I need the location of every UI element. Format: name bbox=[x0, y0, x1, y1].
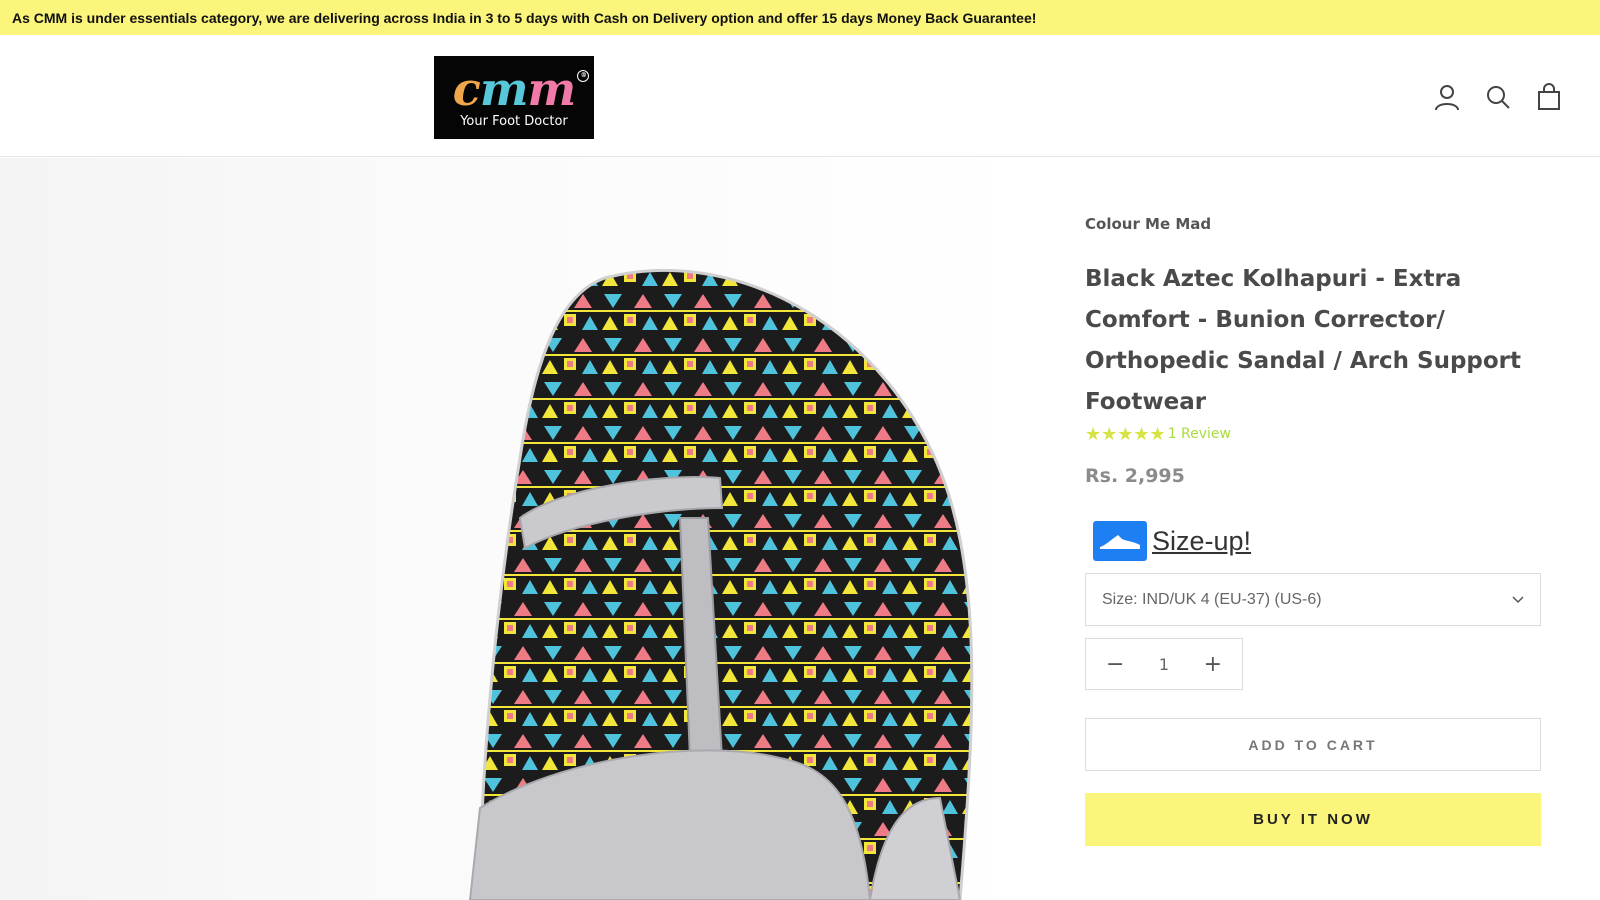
product-vendor[interactable]: Colour Me Mad bbox=[1085, 215, 1541, 233]
star-rating-icon: ★★★★★ bbox=[1085, 423, 1166, 445]
buy-it-now-button[interactable]: BUY IT NOW bbox=[1085, 793, 1541, 846]
quantity-stepper: − 1 + bbox=[1085, 638, 1243, 690]
quantity-value[interactable]: 1 bbox=[1159, 655, 1169, 674]
product-title: Black Aztec Kolhapuri - Extra Comfort - … bbox=[1085, 266, 1522, 415]
cart-icon[interactable] bbox=[1534, 82, 1564, 112]
announcement-bar: As CMM is under essentials category, we … bbox=[0, 0, 1600, 35]
product-price: Rs. 2,995 bbox=[1085, 465, 1185, 487]
account-icon[interactable] bbox=[1432, 82, 1462, 112]
search-icon[interactable] bbox=[1483, 82, 1513, 112]
announcement-text: As CMM is under essentials category, we … bbox=[12, 9, 1037, 26]
sizeup-widget[interactable]: Size-up! bbox=[1093, 521, 1541, 561]
minus-icon[interactable]: − bbox=[1106, 652, 1124, 677]
logo-tagline: Your Foot Doctor bbox=[460, 114, 568, 129]
registered-icon: ® bbox=[577, 70, 590, 82]
plus-icon[interactable]: + bbox=[1204, 652, 1222, 677]
product-image[interactable] bbox=[0, 158, 1030, 900]
site-header: cmm ® Your Foot Doctor bbox=[0, 35, 1600, 157]
product-rating: ★★★★★ 1 Review bbox=[1085, 423, 1541, 445]
logo-mark: cmm ® bbox=[453, 66, 590, 112]
size-select-value: Size: IND/UK 4 (EU-37) (US-6) bbox=[1102, 590, 1322, 608]
logo[interactable]: cmm ® Your Foot Doctor bbox=[434, 56, 594, 139]
sizeup-link[interactable]: Size-up! bbox=[1152, 526, 1251, 557]
add-to-cart-button[interactable]: ADD TO CART bbox=[1085, 718, 1541, 771]
product-info: Colour Me Mad Black Aztec Kolhapuri - Ex… bbox=[1085, 215, 1541, 846]
shoe-icon bbox=[1093, 521, 1147, 561]
size-select[interactable]: Size: IND/UK 4 (EU-37) (US-6) bbox=[1085, 573, 1541, 626]
review-count-link[interactable]: 1 Review bbox=[1168, 426, 1231, 442]
chevron-down-icon bbox=[1512, 591, 1524, 609]
